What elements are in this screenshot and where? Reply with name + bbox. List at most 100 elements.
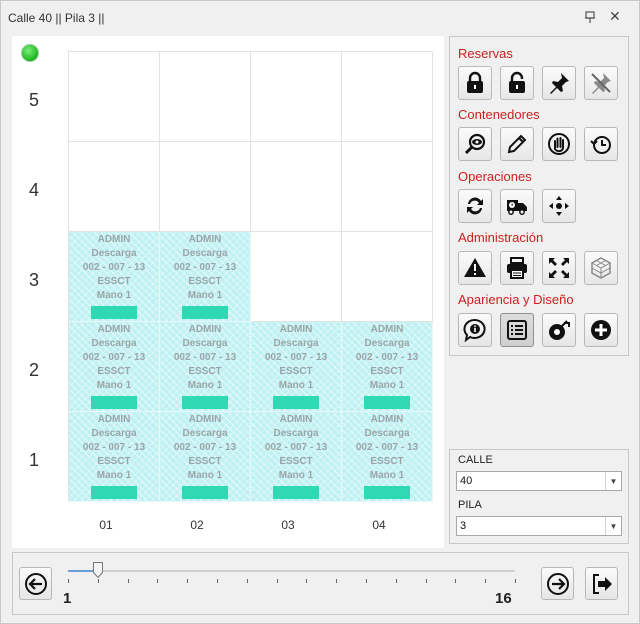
swap-button[interactable] [458,189,492,223]
container-crane: Mano 1 [187,470,223,481]
container-status-bar [91,396,137,409]
container-operation: Descarga [91,428,137,439]
column-label-04: 04 [372,518,386,532]
empty-slot[interactable] [342,52,433,142]
slider-tick [455,579,457,583]
empty-slot[interactable] [160,142,251,232]
previous-button[interactable] [19,567,52,600]
container-crane: Mano 1 [369,470,405,481]
unpin-icon [591,73,611,94]
container-slot[interactable]: ADMIN Descarga 002 - 007 - 13 ESSCT Mano 1 [69,232,160,322]
exit-icon [592,573,612,594]
app-window: Calle 40 || Pila 3 || ✕ 5 4 3 2 1 ADMIN D… [0,0,640,624]
slider-tick [425,579,427,583]
lock-button[interactable] [458,66,492,100]
view-button[interactable] [458,127,492,161]
container-company: ESSCT [279,366,313,377]
section-title-reservas: Reservas [458,46,513,61]
slider-track[interactable] [68,570,515,572]
container-slot[interactable]: ADMIN Descarga 002 - 007 - 13 ESSCT Mano 1 [69,322,160,412]
container-slot[interactable]: ADMIN Descarga 002 - 007 - 13 ESSCT Mano 1 [160,232,251,322]
empty-slot[interactable] [69,52,160,142]
pin-window-icon[interactable] [583,10,597,24]
container-user: ADMIN [188,324,222,335]
container-status-bar [364,486,410,499]
chevron-down-icon[interactable]: ▼ [605,517,621,535]
info-button[interactable] [458,313,492,347]
pila-label: PILA [458,499,482,511]
calle-select[interactable]: 40 ▼ [456,471,622,491]
container-operation: Descarga [273,428,319,439]
exit-button[interactable] [585,567,618,600]
column-label-02: 02 [190,518,204,532]
slider-tick [276,579,278,583]
container-company: ESSCT [279,456,313,467]
unpin-button[interactable] [584,66,618,100]
container-operation: Descarga [182,248,228,259]
fullscreen-icon [549,258,569,278]
list-button[interactable] [500,313,534,347]
empty-slot[interactable] [251,232,342,322]
slider-tick [485,579,487,583]
pin-button[interactable] [542,66,576,100]
list-icon [507,320,527,340]
container-slot[interactable]: ADMIN Descarga 002 - 007 - 13 ESSCT Mano 1 [251,322,342,412]
container-slot[interactable]: ADMIN Descarga 002 - 007 - 13 ESSCT Mano 1 [342,412,433,502]
move-icon [549,196,569,216]
container-slot[interactable]: ADMIN Descarga 002 - 007 - 13 ESSCT Mano 1 [160,322,251,412]
warning-button[interactable] [458,251,492,285]
slider-thumb[interactable] [92,562,103,578]
history-button[interactable] [584,127,618,161]
container-status-bar [91,486,137,499]
empty-slot[interactable] [251,142,342,232]
container-status-bar [182,486,228,499]
pila-select[interactable]: 3 ▼ [456,516,622,536]
row-label-5: 5 [28,90,39,110]
delivery-button[interactable] [500,189,534,223]
chevron-down-icon[interactable]: ▼ [605,472,621,490]
empty-slot[interactable] [342,142,433,232]
slider-max-label: 16 [495,590,512,607]
slider-tick [127,579,129,583]
next-button[interactable] [541,567,574,600]
container-operation: Descarga [364,338,410,349]
add-button[interactable] [584,313,618,347]
container-slot[interactable]: ADMIN Descarga 002 - 007 - 13 ESSCT Mano 1 [251,412,342,502]
container-user: ADMIN [279,414,313,425]
container-company: ESSCT [188,366,222,377]
calle-label: CALLE [458,454,493,466]
section-title-operaciones: Operaciones [458,169,532,184]
container-company: ESSCT [370,456,404,467]
container-status-bar [273,486,319,499]
move-button[interactable] [542,189,576,223]
empty-slot[interactable] [69,142,160,232]
tape-button[interactable] [542,313,576,347]
empty-slot[interactable] [251,52,342,142]
empty-slot[interactable] [342,232,433,322]
swap-icon [467,197,483,215]
column-label-03: 03 [281,518,295,532]
container-status-bar [91,306,137,319]
close-icon[interactable]: ✕ [609,8,621,25]
container-crane: Mano 1 [369,380,405,391]
empty-slot[interactable] [160,52,251,142]
edit-icon [507,134,527,154]
view-icon [464,133,486,155]
container-operation: Descarga [91,338,137,349]
tools-panel: Reservas Contenedores Operaciones Admini… [449,36,629,356]
container-user: ADMIN [97,234,131,245]
container-company: ESSCT [97,276,131,287]
container-status-bar [182,306,228,319]
container-slot[interactable]: ADMIN Descarga 002 - 007 - 13 ESSCT Mano 1 [342,322,433,412]
unlock-button[interactable] [500,66,534,100]
stack-grid-panel: 5 4 3 2 1 ADMIN Descarga 002 - 007 - 13 ESS… [12,36,444,548]
container-user: ADMIN [97,414,131,425]
fullscreen-button[interactable] [542,251,576,285]
edit-button[interactable] [500,127,534,161]
container-slot[interactable]: ADMIN Descarga 002 - 007 - 13 ESSCT Mano 1 [69,412,160,502]
cube-button[interactable] [584,251,618,285]
container-slot[interactable]: ADMIN Descarga 002 - 007 - 13 ESSCT Mano 1 [160,412,251,502]
print-button[interactable] [500,251,534,285]
container-operation: Descarga [182,338,228,349]
stop-hand-button[interactable] [542,127,576,161]
